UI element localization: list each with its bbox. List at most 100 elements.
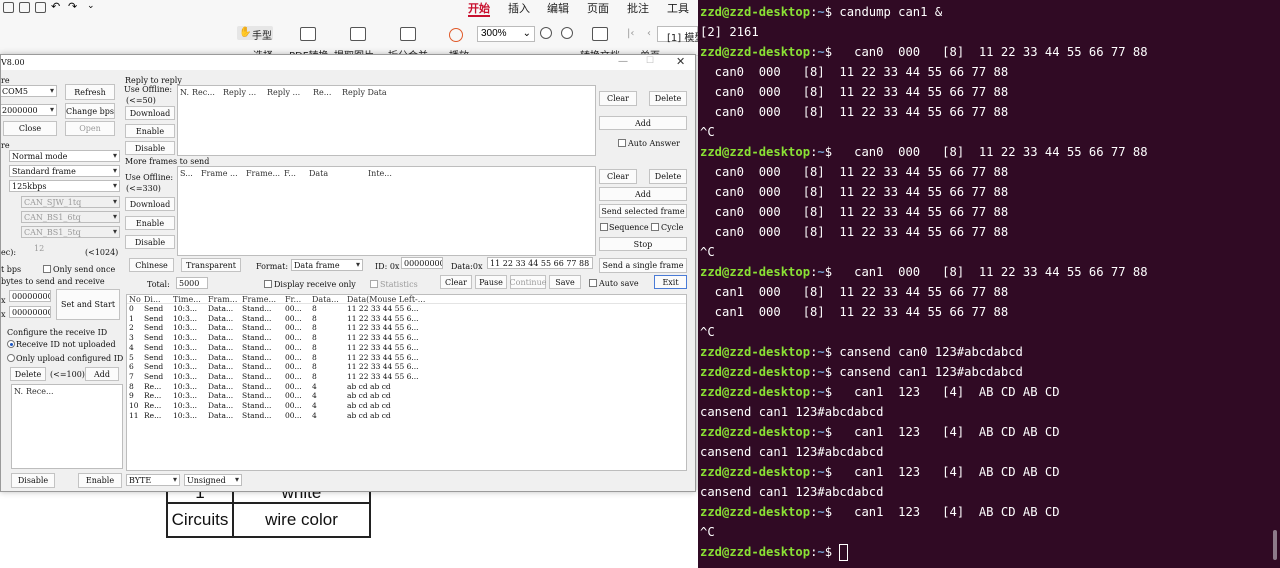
play-icon[interactable] bbox=[449, 28, 463, 42]
close-device-button[interactable]: Close bbox=[3, 121, 57, 136]
port-select[interactable]: COM5 bbox=[1, 85, 57, 97]
zoom-select[interactable]: 300% ⌄ bbox=[477, 26, 535, 42]
cycle-checkbox[interactable] bbox=[651, 223, 659, 231]
auto-save-checkbox[interactable] bbox=[589, 279, 597, 287]
rotate-icon[interactable] bbox=[592, 27, 608, 41]
menu-home[interactable]: 开始 bbox=[468, 0, 490, 17]
add-filter-button[interactable]: Add bbox=[85, 367, 119, 381]
continue-button[interactable]: Continue bbox=[510, 275, 546, 289]
minimize-icon[interactable]: — bbox=[618, 56, 628, 67]
mode-select[interactable]: Normal mode bbox=[9, 150, 120, 162]
hand-tool-button[interactable]: ✋ 手型 bbox=[237, 26, 273, 42]
chevron-down-icon[interactable]: ⌄ bbox=[87, 1, 98, 12]
zoom-out-icon[interactable] bbox=[540, 27, 552, 39]
reply-download-button[interactable]: Download bbox=[125, 106, 175, 120]
close-icon[interactable]: ✕ bbox=[676, 55, 685, 68]
only-upload-configured-radio[interactable] bbox=[7, 354, 15, 362]
send-single-frame-button[interactable]: Send a single frame bbox=[599, 258, 687, 273]
frames-download-button[interactable]: Download bbox=[125, 197, 175, 211]
undo-icon[interactable]: ↶ bbox=[51, 0, 62, 13]
table-row[interactable]: 9 Re... 10:3... Data... Stand... 00... 4 ab cd … bbox=[127, 391, 686, 401]
total-input[interactable]: 5000 bbox=[176, 277, 208, 289]
table-row[interactable]: 2 Send 10:3... Data... Stand... 00... 8 11 22 3… bbox=[127, 323, 686, 333]
new-file-icon[interactable] bbox=[19, 2, 30, 13]
table-row[interactable]: 6 Send 10:3... Data... Stand... 00... 8 11 22 3… bbox=[127, 362, 686, 372]
baud-select[interactable]: 2000000 bbox=[1, 104, 57, 116]
table-row[interactable]: 8 Re... 10:3... Data... Stand... 00... 4 ab cd … bbox=[127, 382, 686, 392]
display-receive-only-checkbox[interactable] bbox=[264, 280, 272, 288]
zoom-in-icon[interactable] bbox=[561, 27, 573, 39]
maximize-icon[interactable]: ☐ bbox=[646, 56, 654, 66]
only-send-once-checkbox[interactable] bbox=[43, 265, 51, 273]
print-icon[interactable] bbox=[35, 2, 46, 13]
menu-insert[interactable]: 插入 bbox=[508, 0, 530, 16]
table-row[interactable]: 1 Send 10:3... Data... Stand... 00... 8 11 22 3… bbox=[127, 314, 686, 324]
table-row[interactable]: 7 Send 10:3... Data... Stand... 00... 8 11 22 3… bbox=[127, 372, 686, 382]
chinese-button[interactable]: Chinese bbox=[129, 258, 174, 272]
pause-button[interactable]: Pause bbox=[475, 275, 507, 289]
frame-type-select[interactable]: Standard frame bbox=[9, 165, 120, 177]
exit-button[interactable]: Exit bbox=[654, 275, 687, 289]
log-clear-button[interactable]: Clear bbox=[440, 275, 472, 289]
table-row[interactable]: 4 Send 10:3... Data... Stand... 00... 8 11 22 3… bbox=[127, 343, 686, 353]
menu-edit[interactable]: 编辑 bbox=[547, 0, 569, 16]
format-select[interactable]: Data frame bbox=[291, 259, 363, 271]
menu-annotate[interactable]: 批注 bbox=[627, 0, 649, 16]
frames-disable-button[interactable]: Disable bbox=[125, 235, 175, 249]
redo-icon[interactable]: ↷ bbox=[68, 0, 79, 13]
baud-rate-select[interactable]: 125kbps bbox=[9, 180, 120, 192]
reply-disable-button[interactable]: Disable bbox=[125, 141, 175, 155]
menu-tools[interactable]: 工具 bbox=[667, 0, 689, 16]
bs1-select[interactable]: CAN_BS1_6tq bbox=[21, 211, 120, 223]
transparent-button[interactable]: Transparent bbox=[181, 258, 241, 272]
send-selected-frame-button[interactable]: Send selected frame bbox=[599, 204, 687, 218]
menu-icon[interactable] bbox=[3, 2, 14, 13]
filter-disable-button[interactable]: Disable bbox=[11, 473, 55, 488]
extract-image-icon[interactable] bbox=[350, 27, 366, 41]
reply-add-button[interactable]: Add bbox=[599, 116, 687, 130]
statistics-checkbox[interactable] bbox=[370, 280, 378, 288]
sign-select[interactable]: Unsigned bbox=[184, 474, 242, 486]
open-device-button[interactable]: Open bbox=[65, 121, 115, 136]
prev-page-icon[interactable]: ‹ bbox=[647, 28, 651, 39]
frames-clear-button[interactable]: Clear bbox=[599, 169, 637, 184]
reply-enable-button[interactable]: Enable bbox=[125, 124, 175, 138]
terminal-window[interactable]: zzd@zzd-desktop:~$ candump can1 & [2] 216… bbox=[698, 0, 1280, 568]
terminal-scrollbar[interactable] bbox=[1273, 530, 1277, 560]
delete-filter-button[interactable]: Delete bbox=[10, 367, 46, 381]
filter-enable-button[interactable]: Enable bbox=[78, 473, 122, 488]
filter-mask-input[interactable]: 00000000 bbox=[9, 306, 51, 318]
pdf-convert-icon[interactable] bbox=[300, 27, 316, 41]
table-row[interactable]: 5 Send 10:3... Data... Stand... 00... 8 11 22 3… bbox=[127, 353, 686, 363]
menu-page[interactable]: 页面 bbox=[587, 0, 609, 16]
frames-delete-button[interactable]: Delete bbox=[649, 169, 687, 184]
filter-id-list[interactable]: N. Rece... bbox=[11, 384, 123, 469]
reply-table[interactable]: N. Rec... Reply ... Reply ... Re... Repl… bbox=[177, 85, 596, 156]
id-input[interactable]: 00000000 bbox=[401, 257, 443, 269]
bs2-select[interactable]: CAN_BS1_5tq bbox=[21, 226, 120, 238]
data-input[interactable]: 11 22 33 44 55 66 77 88 bbox=[487, 257, 593, 269]
byte-format-select[interactable]: BYTE bbox=[126, 474, 180, 486]
first-page-icon[interactable]: |‹ bbox=[627, 28, 634, 39]
refresh-button[interactable]: Refresh bbox=[65, 84, 115, 100]
frames-add-button[interactable]: Add bbox=[599, 187, 687, 201]
reply-clear-button[interactable]: Clear bbox=[599, 91, 637, 106]
set-and-start-button[interactable]: Set and Start bbox=[56, 289, 120, 320]
stop-button[interactable]: Stop bbox=[599, 237, 687, 251]
table-row[interactable]: 3 Send 10:3... Data... Stand... 00... 8 11 22 3… bbox=[127, 333, 686, 343]
message-log-table[interactable]: No Di... Time... Fram... Frame... Fr... … bbox=[126, 294, 687, 471]
window-title-bar[interactable]: V8.00 — ☐ ✕ bbox=[1, 55, 695, 70]
frames-enable-button[interactable]: Enable bbox=[125, 216, 175, 230]
auto-answer-checkbox[interactable] bbox=[618, 139, 626, 147]
table-row[interactable]: 0 Send 10:3... Data... Stand... 00... 8 11 22 3… bbox=[127, 304, 686, 314]
reply-delete-button[interactable]: Delete bbox=[649, 91, 687, 106]
save-button[interactable]: Save bbox=[549, 275, 581, 289]
sequence-checkbox[interactable] bbox=[600, 223, 608, 231]
split-merge-icon[interactable] bbox=[400, 27, 416, 41]
change-bps-button[interactable]: Change bps bbox=[65, 103, 115, 119]
table-row[interactable]: 11 Re... 10:3... Data... Stand... 00... 4 ab cd… bbox=[127, 411, 686, 421]
frames-table[interactable]: S... Frame ... Frame... F... Data Inte..… bbox=[177, 166, 596, 256]
sjw-select[interactable]: CAN_SJW_1tq bbox=[21, 196, 120, 208]
page-indicator-box[interactable]: [1] 模型 bbox=[657, 26, 704, 44]
filter-id-input[interactable]: 00000000 bbox=[9, 290, 51, 302]
